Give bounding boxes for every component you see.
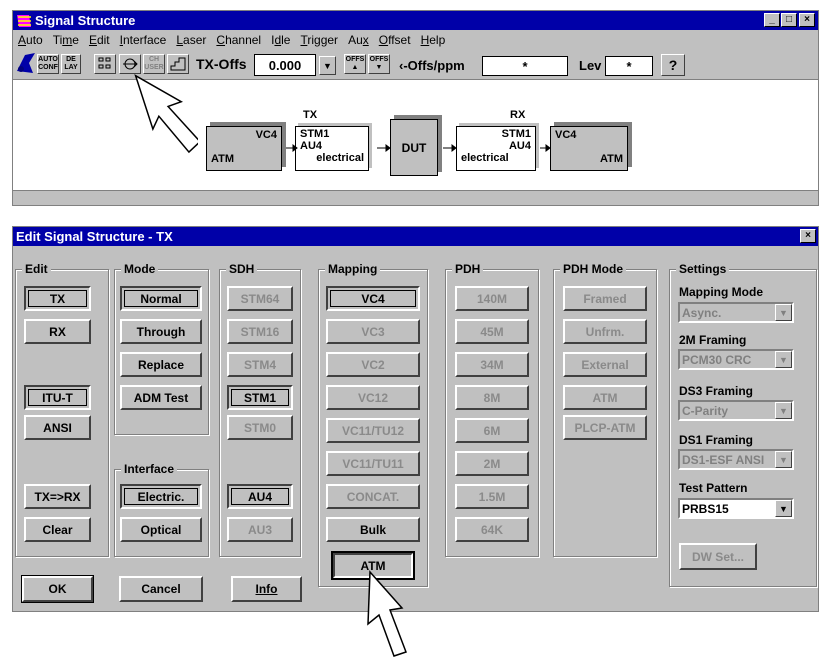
- external-button[interactable]: External: [563, 352, 647, 377]
- cancel-button[interactable]: Cancel: [119, 576, 203, 602]
- dialog-close-button[interactable]: ×: [800, 229, 816, 243]
- sdh-group: SDH: [219, 262, 301, 557]
- stm1-button[interactable]: STM1: [227, 385, 293, 410]
- framing-ds3-select[interactable]: C-Parity ▼: [678, 400, 794, 421]
- pdh-140m-button[interactable]: 140M: [455, 286, 529, 311]
- interface-group: Interface: [114, 462, 209, 557]
- vc4-button[interactable]: VC4: [326, 286, 420, 311]
- sdh-group-label: SDH: [226, 262, 258, 276]
- au4-button[interactable]: AU4: [227, 484, 293, 509]
- unframed-button[interactable]: Unfrm.: [563, 319, 647, 344]
- pdh-group: PDH: [445, 262, 539, 557]
- pdh-45m-button[interactable]: 45M: [455, 319, 529, 344]
- vc11-tu11-button[interactable]: VC11/TU11: [326, 451, 420, 476]
- dialog-titlebar: Edit Signal Structure - TX ×: [13, 227, 818, 246]
- mapping-mode-label: Mapping Mode: [679, 285, 763, 299]
- tx-to-rx-button[interactable]: TX=>RX: [24, 484, 91, 509]
- bulk-button[interactable]: Bulk: [326, 517, 420, 542]
- electric-button[interactable]: Electric.: [120, 484, 202, 509]
- stm16-button[interactable]: STM16: [227, 319, 293, 344]
- edit-group: Edit: [15, 262, 109, 557]
- itu-t-button[interactable]: ITU-T: [24, 385, 91, 410]
- test-pattern-select[interactable]: PRBS15 ▼: [678, 498, 794, 519]
- dialog-title: Edit Signal Structure - TX: [16, 229, 173, 244]
- chevron-down-icon: ▼: [775, 304, 792, 321]
- settings-group-label: Settings: [676, 262, 730, 276]
- rx-button[interactable]: RX: [24, 319, 91, 344]
- chevron-down-icon: ▼: [775, 500, 792, 517]
- mapping-group-label: Mapping: [325, 262, 381, 276]
- interface-group-label: Interface: [121, 462, 178, 476]
- au3-button[interactable]: AU3: [227, 517, 293, 542]
- edit-signal-dialog: Edit Signal Structure - TX × Edit TX RX …: [12, 226, 819, 612]
- dw-set-button[interactable]: DW Set...: [679, 543, 757, 570]
- ansi-button[interactable]: ANSI: [24, 415, 91, 440]
- stm0-button[interactable]: STM0: [227, 415, 293, 440]
- chevron-down-icon: ▼: [775, 402, 792, 419]
- mapping-mode-select[interactable]: Async. ▼: [678, 302, 794, 323]
- mode-group-label: Mode: [121, 262, 159, 276]
- pdh-1-5m-button[interactable]: 1.5M: [455, 484, 529, 509]
- pdh-64k-button[interactable]: 64K: [455, 517, 529, 542]
- framing-ds1-select[interactable]: DS1-ESF ANSI ▼: [678, 449, 794, 470]
- framing-2m-select[interactable]: PCM30 CRC ▼: [678, 349, 794, 370]
- pdh-atm-button[interactable]: ATM: [563, 385, 647, 410]
- framing-2m-label: 2M Framing: [679, 333, 747, 347]
- stm64-button[interactable]: STM64: [227, 286, 293, 311]
- stm4-button[interactable]: STM4: [227, 352, 293, 377]
- normal-button[interactable]: Normal: [120, 286, 202, 311]
- replace-button[interactable]: Replace: [120, 352, 202, 377]
- edit-group-label: Edit: [22, 262, 51, 276]
- vc3-button[interactable]: VC3: [326, 319, 420, 344]
- chevron-down-icon: ▼: [775, 451, 792, 468]
- info-button[interactable]: Info: [231, 576, 302, 602]
- adm-test-button[interactable]: ADM Test: [120, 385, 202, 410]
- pdh-8m-button[interactable]: 8M: [455, 385, 529, 410]
- clear-button[interactable]: Clear: [24, 517, 91, 542]
- vc2-button[interactable]: VC2: [326, 352, 420, 377]
- pdh-34m-button[interactable]: 34M: [455, 352, 529, 377]
- through-button[interactable]: Through: [120, 319, 202, 344]
- pointer-arrow-atm: [367, 570, 407, 657]
- pdh-mode-group: PDH Mode: [553, 262, 657, 557]
- pdh-group-label: PDH: [452, 262, 484, 276]
- test-pattern-label: Test Pattern: [679, 481, 748, 495]
- framing-ds1-label: DS1 Framing: [679, 433, 754, 447]
- vc12-button[interactable]: VC12: [326, 385, 420, 410]
- pdh-2m-button[interactable]: 2M: [455, 451, 529, 476]
- concat-button[interactable]: CONCAT.: [326, 484, 420, 509]
- pointer-arrow-toolbar: [134, 74, 198, 154]
- ok-button[interactable]: OK: [21, 575, 94, 603]
- pdh-mode-group-label: PDH Mode: [560, 262, 626, 276]
- vc11-tu12-button[interactable]: VC11/TU12: [326, 418, 420, 443]
- framed-button[interactable]: Framed: [563, 286, 647, 311]
- plcp-atm-button[interactable]: PLCP-ATM: [563, 415, 647, 440]
- tx-button[interactable]: TX: [24, 286, 91, 311]
- pdh-6m-button[interactable]: 6M: [455, 418, 529, 443]
- framing-ds3-label: DS3 Framing: [679, 384, 754, 398]
- chevron-down-icon: ▼: [775, 351, 792, 368]
- optical-button[interactable]: Optical: [120, 517, 202, 542]
